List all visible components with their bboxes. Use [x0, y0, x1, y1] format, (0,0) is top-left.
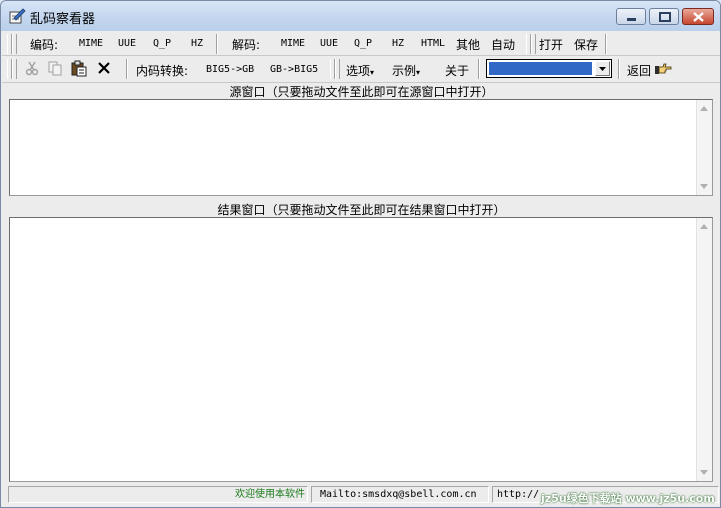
- decode-uue-button[interactable]: UUE: [320, 38, 338, 49]
- watermark: jz5u绿色下载站 www.jz5u.com: [541, 492, 715, 505]
- copy-icon[interactable]: [47, 60, 63, 76]
- result-scrollbar[interactable]: [696, 218, 712, 481]
- options-menu[interactable]: 选项▾: [346, 62, 374, 79]
- toolbar-grip[interactable]: [335, 59, 340, 79]
- back-label: 返回: [627, 64, 652, 78]
- examples-menu-label: 示例: [392, 64, 417, 78]
- big5-to-gb-button[interactable]: BIG5->GB: [206, 64, 254, 75]
- toolbar-separator: [478, 59, 480, 79]
- toolbar-separator: [216, 34, 218, 54]
- examples-menu[interactable]: 示例▾: [392, 62, 420, 79]
- chevron-down-icon: ▾: [416, 68, 421, 77]
- scroll-down-icon[interactable]: [700, 470, 708, 475]
- scroll-down-icon[interactable]: [700, 184, 708, 189]
- other-button[interactable]: 其他: [456, 36, 480, 53]
- scroll-up-icon[interactable]: [700, 106, 708, 111]
- about-button[interactable]: 关于: [445, 62, 469, 79]
- decode-qp-button[interactable]: Q_P: [354, 38, 372, 49]
- minimize-button[interactable]: [616, 8, 646, 25]
- source-scrollbar[interactable]: [696, 100, 712, 195]
- paste-icon[interactable]: [70, 60, 88, 77]
- options-menu-label: 选项: [346, 64, 371, 78]
- encode-qp-button[interactable]: Q_P: [153, 38, 171, 49]
- toolbar-separator: [618, 59, 620, 79]
- source-pane-title: 源窗口（只要拖动文件至此即可在源窗口中打开）: [229, 85, 494, 99]
- decode-mime-button[interactable]: MIME: [281, 38, 305, 49]
- encode-uue-button[interactable]: UUE: [118, 38, 136, 49]
- close-icon: [693, 12, 704, 22]
- toolbar-grip[interactable]: [12, 59, 17, 79]
- status-welcome: 欢迎使用本软件: [8, 486, 308, 503]
- decode-html-button[interactable]: HTML: [421, 38, 445, 49]
- chevron-down-icon: ▾: [370, 68, 375, 77]
- pointing-hand-icon[interactable]: [654, 61, 672, 76]
- scroll-up-icon[interactable]: [700, 224, 708, 229]
- status-mailto-link[interactable]: Mailto:smsdxq@sbell.com.cn: [311, 486, 489, 503]
- gb-to-big5-button[interactable]: GB->BIG5: [270, 64, 318, 75]
- combo-selection: [489, 62, 592, 75]
- encode-decode-toolbar: 编码: MIME UUE Q_P HZ 解码: MIME UUE Q_P HZ …: [2, 31, 720, 56]
- toolbar-grip[interactable]: [12, 34, 17, 54]
- app-window: 乱码察看器 编码: MIME UUE Q_P HZ 解码: MIME UUE Q…: [0, 0, 721, 508]
- window-title: 乱码察看器: [30, 12, 96, 27]
- delete-icon[interactable]: [96, 60, 112, 76]
- toolbar-separator: [605, 34, 607, 54]
- toolbar-grip[interactable]: [531, 34, 536, 54]
- history-combobox[interactable]: [486, 59, 612, 78]
- encode-mime-button[interactable]: MIME: [79, 38, 103, 49]
- encode-hz-button[interactable]: HZ: [191, 38, 203, 49]
- save-button[interactable]: 保存: [574, 36, 598, 53]
- result-pane-title: 结果窗口（只要拖动文件至此即可在结果窗口中打开）: [217, 203, 506, 217]
- toolbar-separator: [126, 59, 128, 79]
- cut-icon[interactable]: [24, 60, 40, 76]
- result-textarea[interactable]: [9, 217, 713, 482]
- maximize-button[interactable]: [649, 8, 679, 25]
- close-button[interactable]: [682, 8, 714, 25]
- convert-toolbar: 内码转换: BIG5->GB GB->BIG5 选项▾ 示例▾ 关于 返回: [2, 56, 720, 83]
- chevron-down-icon: [599, 67, 606, 71]
- source-textarea[interactable]: [9, 99, 713, 196]
- decode-hz-button[interactable]: HZ: [392, 38, 404, 49]
- maximize-icon: [659, 12, 671, 22]
- back-button[interactable]: 返回: [627, 62, 651, 79]
- app-icon: [9, 8, 26, 24]
- title-bar[interactable]: 乱码察看器: [1, 1, 720, 31]
- minimize-icon: [627, 18, 636, 21]
- encode-label: 编码:: [30, 38, 59, 52]
- convert-label: 内码转换:: [136, 64, 189, 78]
- open-button[interactable]: 打开: [539, 36, 563, 53]
- decode-label: 解码:: [232, 38, 261, 52]
- combo-dropdown-button[interactable]: [595, 61, 610, 76]
- auto-button[interactable]: 自动: [491, 36, 515, 53]
